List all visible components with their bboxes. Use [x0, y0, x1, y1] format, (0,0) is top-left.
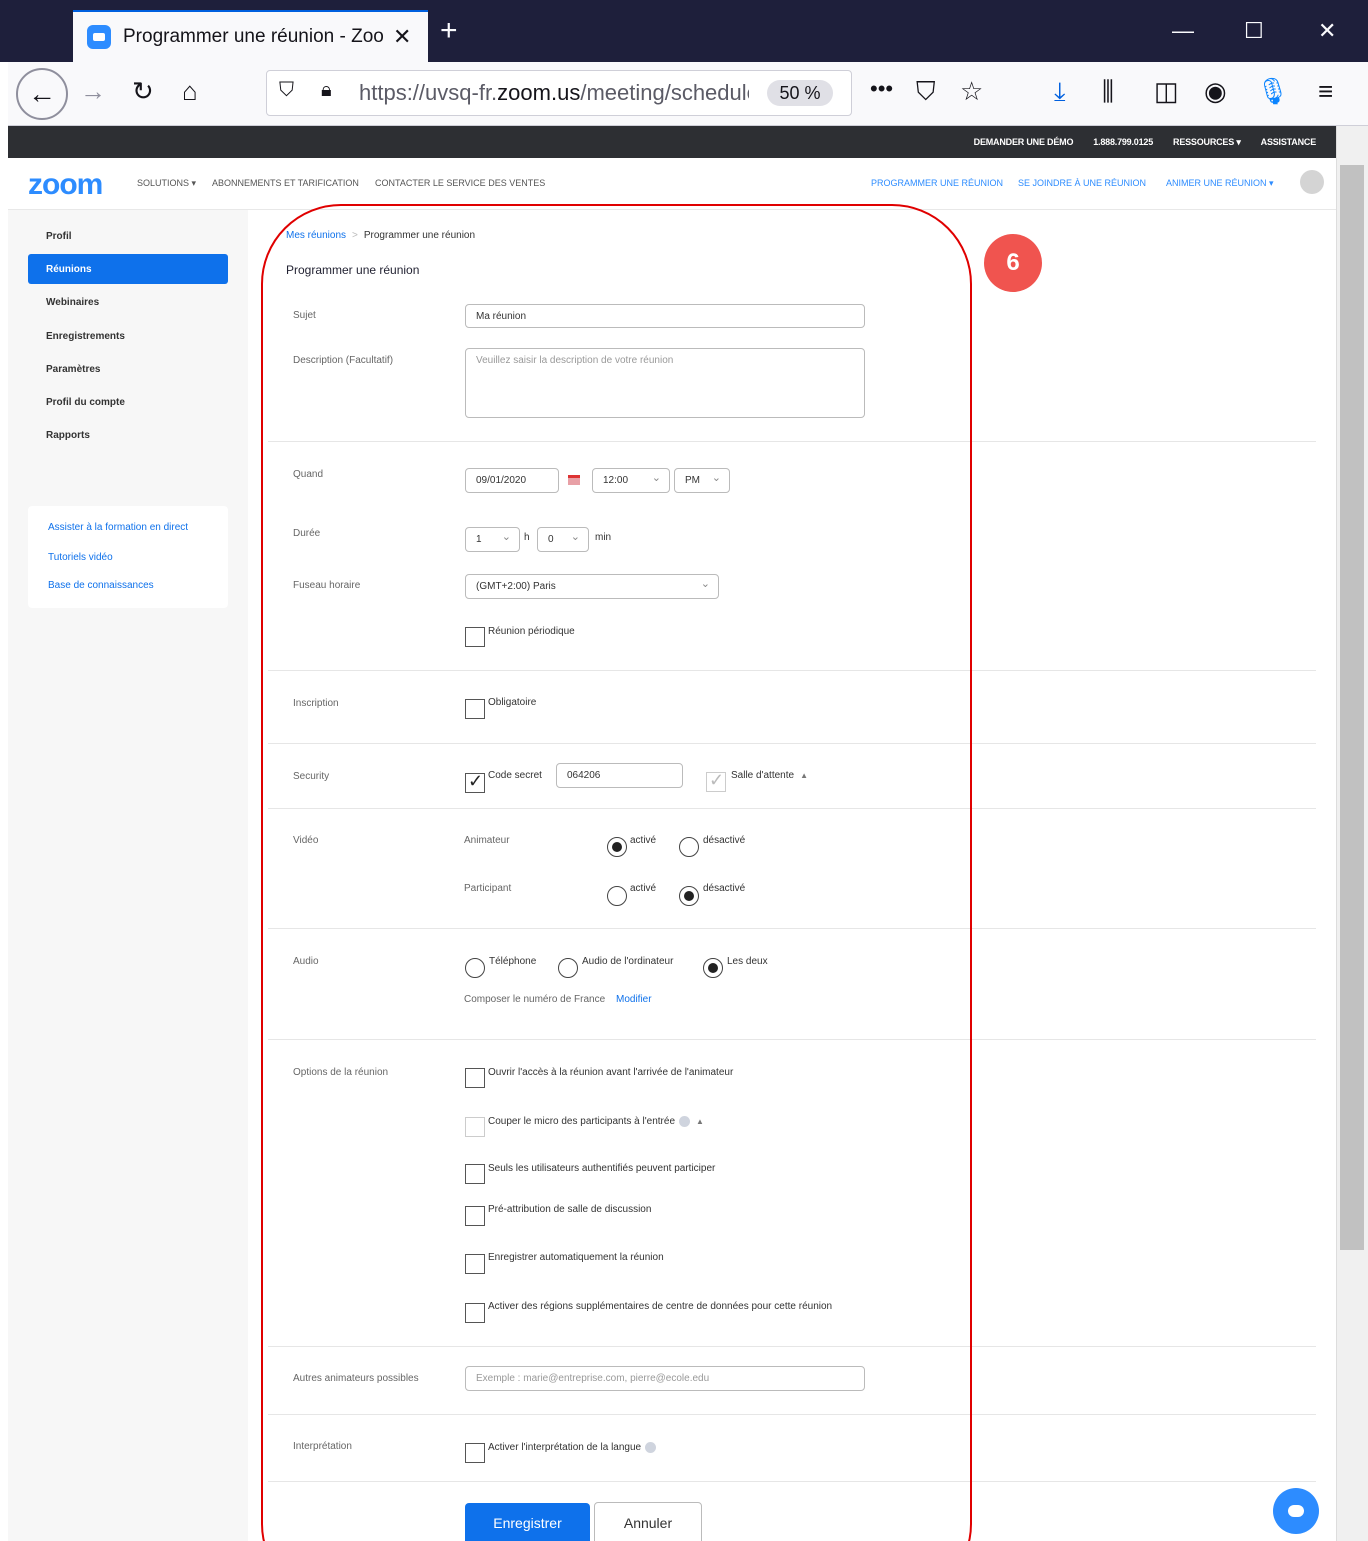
zoom-nav: zoom SOLUTIONS ▾ ABONNEMENTS ET TARIFICA… [8, 158, 1336, 210]
sidebar-item-reports[interactable]: Rapports [28, 420, 228, 450]
sidebar-item-recordings[interactable]: Enregistrements [28, 321, 228, 351]
sidebar-item-webinars[interactable]: Webinaires [28, 287, 228, 317]
sidebar-item-account-profile[interactable]: Profil du compte [28, 387, 228, 417]
request-demo-link[interactable]: DEMANDER UNE DÉMO [974, 137, 1074, 147]
support-link[interactable]: ASSISTANCE [1261, 137, 1317, 147]
more-actions-icon[interactable]: ••• [870, 76, 893, 102]
user-avatar[interactable] [1300, 170, 1324, 194]
browser-navbar: ← → ↻ ⌂ ⛉ 🔒︎ https://uvsq-fr.zoom.us/mee… [8, 62, 1368, 126]
bookmark-star-icon[interactable]: ☆ [960, 76, 983, 107]
phone-number[interactable]: 1.888.799.0125 [1093, 137, 1153, 147]
help-box: Assister à la formation en direct Tutori… [28, 506, 228, 608]
sidebar-icon[interactable]: ◫ [1154, 76, 1179, 107]
video-tutorials-link[interactable]: Tutoriels vidéo [48, 552, 113, 563]
scrollbar-thumb[interactable] [1340, 165, 1364, 1250]
browser-tabbar: Programmer une réunion - Zoom ✕ + — ☐ ✕ [0, 0, 1368, 62]
url-text: https://uvsq-fr.zoom.us/meeting/schedule [359, 80, 749, 105]
minimize-icon[interactable]: — [1172, 18, 1194, 44]
resources-menu[interactable]: RESSOURCES ▾ [1173, 137, 1241, 148]
close-tab-icon[interactable]: ✕ [393, 24, 411, 50]
browser-tab[interactable]: Programmer une réunion - Zoom ✕ [73, 10, 428, 62]
contact-sales-link[interactable]: CONTACTER LE SERVICE DES VENTES [375, 178, 545, 188]
home-icon[interactable]: ⌂ [182, 76, 198, 107]
sidebar-item-profile[interactable]: Profil [28, 221, 228, 251]
solutions-menu[interactable]: SOLUTIONS ▾ [137, 178, 196, 189]
new-tab-button[interactable]: + [440, 14, 458, 48]
sidebar-item-meetings[interactable]: Réunions [28, 254, 228, 284]
lock-icon[interactable]: 🔒︎ [321, 79, 332, 102]
account-icon[interactable]: ◉ [1204, 76, 1227, 107]
chat-support-button[interactable] [1273, 1488, 1319, 1534]
zoom-level-badge[interactable]: 50 % [767, 80, 833, 106]
forward-arrow-icon[interactable]: → [80, 76, 106, 107]
pocket-icon[interactable]: ⛉ [916, 76, 936, 108]
close-window-icon[interactable]: ✕ [1318, 18, 1336, 44]
reload-icon[interactable]: ↻ [132, 76, 154, 107]
annotation-highlight-ring [261, 204, 972, 1541]
zoom-favicon-icon [87, 25, 111, 49]
url-bar[interactable]: ⛉ 🔒︎ https://uvsq-fr.zoom.us/meeting/sch… [266, 70, 852, 116]
microphone-icon[interactable]: 🎙︎ [1256, 76, 1289, 107]
tab-title: Programmer une réunion - Zoom [123, 26, 385, 47]
sidebar: Profil Réunions Webinaires Enregistremen… [8, 210, 248, 1541]
shield-icon[interactable]: ⛉ [279, 79, 294, 102]
plans-link[interactable]: ABONNEMENTS ET TARIFICATION [212, 178, 359, 188]
host-meeting-menu[interactable]: ANIMER UNE RÉUNION ▾ [1166, 178, 1274, 189]
annotation-step-badge: 6 [984, 234, 1042, 292]
top-strip: DEMANDER UNE DÉMO 1.888.799.0125 RESSOUR… [8, 126, 1336, 158]
live-training-link[interactable]: Assister à la formation en direct [48, 522, 188, 533]
library-icon[interactable]: ⫼ [1102, 76, 1114, 108]
knowledge-base-link[interactable]: Base de connaissances [48, 580, 154, 591]
join-meeting-link[interactable]: SE JOINDRE À UNE RÉUNION [1018, 178, 1146, 188]
menu-icon[interactable]: ≡ [1318, 76, 1333, 107]
download-icon[interactable]: ⤓ [1054, 76, 1066, 108]
schedule-meeting-link[interactable]: PROGRAMMER UNE RÉUNION [871, 178, 1003, 188]
maximize-icon[interactable]: ☐ [1244, 18, 1264, 44]
sidebar-item-settings[interactable]: Paramètres [28, 354, 228, 384]
zoom-logo[interactable]: zoom [28, 168, 103, 202]
back-arrow-icon[interactable]: ← [16, 68, 68, 120]
